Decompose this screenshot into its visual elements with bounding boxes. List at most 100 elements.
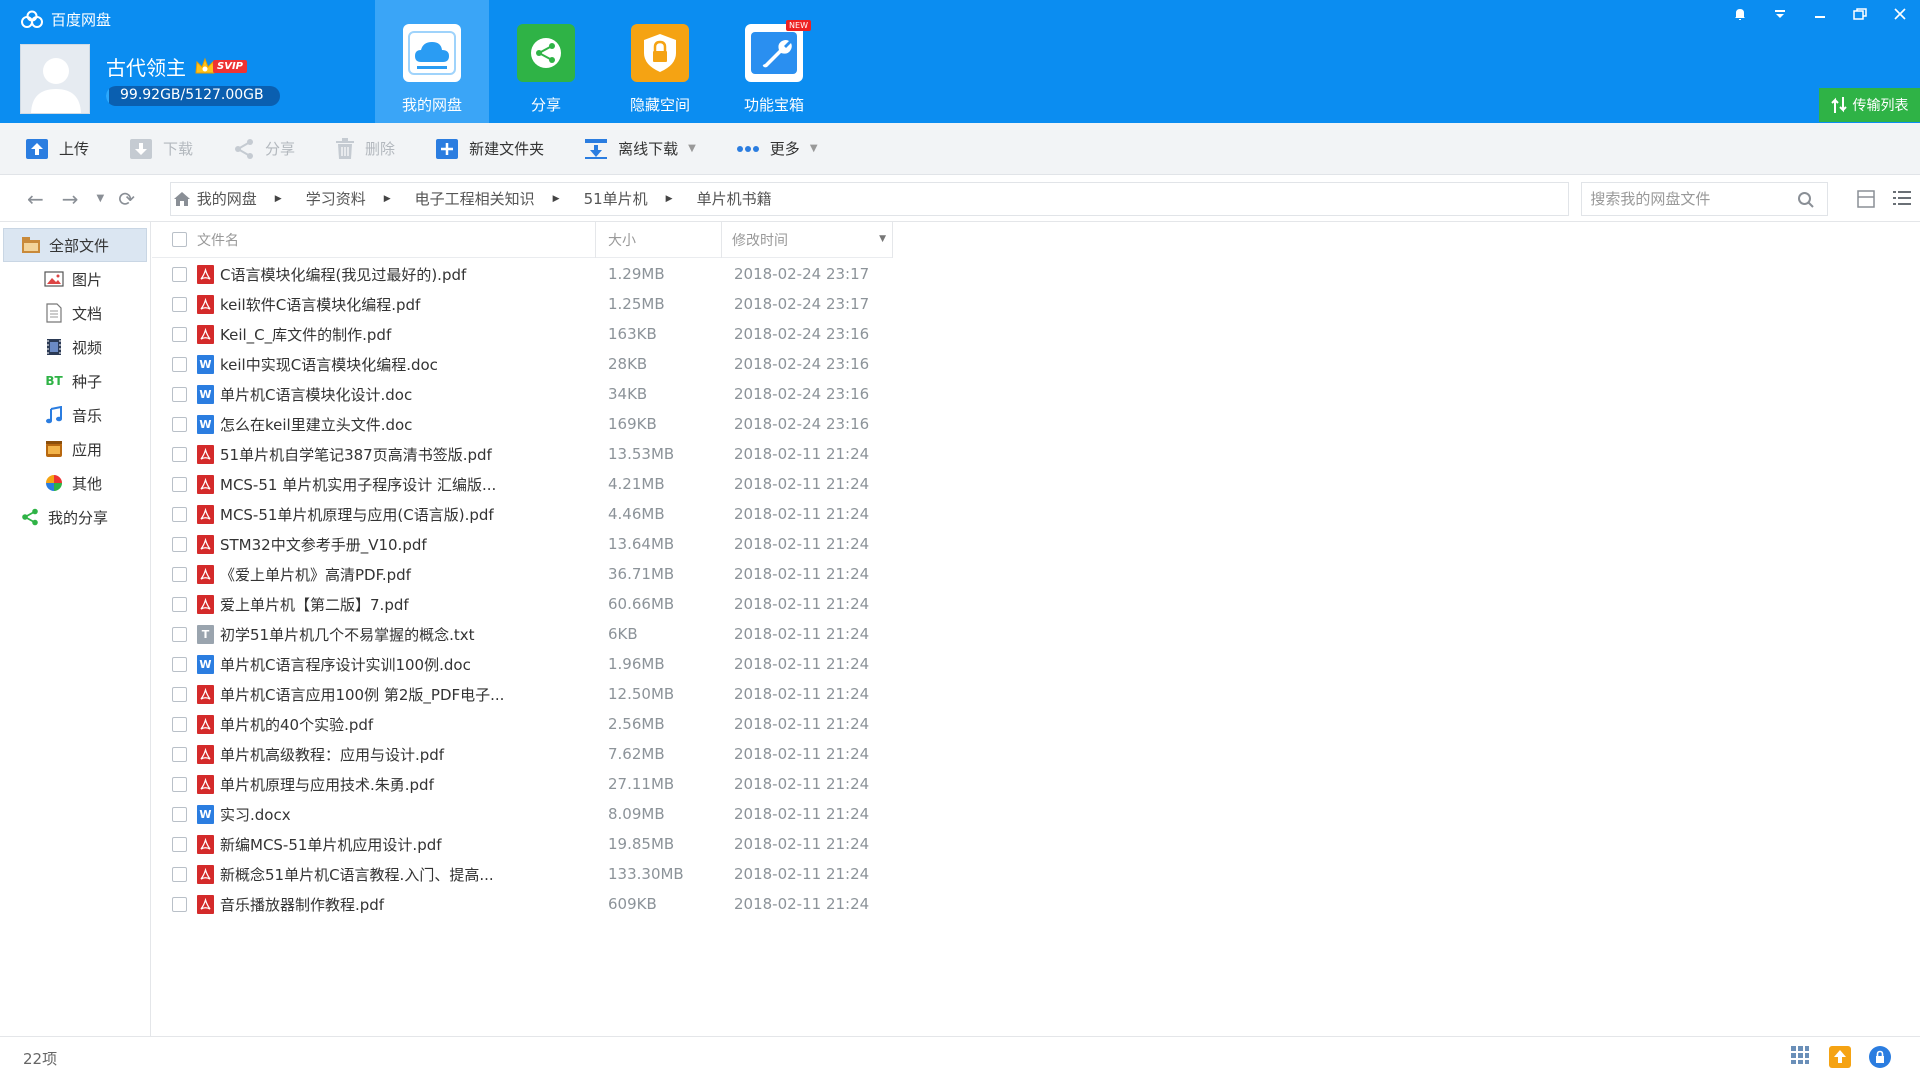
row-checkbox[interactable]	[172, 386, 187, 402]
file-name-cell[interactable]: Keil_C_库文件的制作.pdf	[152, 324, 596, 345]
refresh-icon[interactable]: ⟳	[118, 187, 135, 211]
row-checkbox[interactable]	[172, 836, 187, 852]
sidebar-item-other[interactable]: 其他	[0, 466, 150, 500]
search-icon[interactable]	[1797, 191, 1815, 209]
row-checkbox[interactable]	[172, 596, 187, 612]
table-row[interactable]: 新概念51单片机C语言教程.入门、提高... 133.30MB 2018-02-11…	[152, 859, 1920, 889]
thumbnail-view-icon[interactable]	[1848, 189, 1884, 208]
sidebar-item-torrents[interactable]: BT 种子	[0, 364, 150, 398]
grid-apps-icon[interactable]	[1780, 1045, 1820, 1069]
share-button[interactable]: 分享	[233, 138, 295, 160]
file-name-cell[interactable]: 《爱上单片机》高清PDF.pdf	[152, 564, 596, 585]
table-row[interactable]: W 怎么在keil里建立头文件.doc 169KB 2018-02-24 23:16	[152, 409, 1920, 439]
column-header-size[interactable]: 大小	[596, 221, 722, 258]
sidebar-item-apps[interactable]: 应用	[0, 432, 150, 466]
file-name-cell[interactable]: STM32中文参考手册_V10.pdf	[152, 534, 596, 555]
transfer-list-button[interactable]: 传输列表	[1819, 88, 1920, 122]
delete-button[interactable]: 删除	[335, 137, 395, 160]
upload-button[interactable]: 上传	[25, 138, 89, 160]
row-checkbox[interactable]	[172, 746, 187, 762]
row-checkbox[interactable]	[172, 476, 187, 492]
file-name-cell[interactable]: 单片机的40个实验.pdf	[152, 714, 596, 735]
download-button[interactable]: 下载	[129, 138, 193, 160]
row-checkbox[interactable]	[172, 776, 187, 792]
file-name-cell[interactable]: W 单片机C语言程序设计实训100例.doc	[152, 654, 596, 675]
row-checkbox[interactable]	[172, 866, 187, 882]
breadcrumb-separator-icon[interactable]: ▶	[553, 194, 560, 204]
table-row[interactable]: 音乐播放器制作教程.pdf 609KB 2018-02-11 21:24	[152, 889, 1920, 919]
file-name-cell[interactable]: 新编MCS-51单片机应用设计.pdf	[152, 834, 596, 855]
table-row[interactable]: Wkeil中实现C语言模块化编程.doc 28KB 2018-02-24 23:16	[152, 349, 1920, 379]
column-header-name[interactable]: 文件名	[152, 221, 596, 258]
table-row[interactable]: 《爱上单片机》高清PDF.pdf 36.71MB 2018-02-11 21:24	[152, 559, 1920, 589]
minimize-icon[interactable]	[1800, 0, 1840, 28]
breadcrumb-item-current[interactable]: 单片机书籍	[697, 188, 772, 209]
forward-arrow-icon[interactable]: →	[62, 187, 79, 211]
table-row[interactable]: MCS-51单片机原理与应用(C语言版).pdf 4.46MB 2018-02-11…	[152, 499, 1920, 529]
table-row[interactable]: W 单片机C语言程序设计实训100例.doc 1.96MB 2018-02-11 21…	[152, 649, 1920, 679]
file-name-cell[interactable]: 爱上单片机【第二版】7.pdf	[152, 594, 596, 615]
new-folder-button[interactable]: 新建文件夹	[435, 138, 544, 160]
file-name-cell[interactable]: W 单片机C语言模块化设计.doc	[152, 384, 596, 405]
svip-badge[interactable]: SVIP	[194, 57, 247, 77]
file-name-cell[interactable]: W 怎么在keil里建立头文件.doc	[152, 414, 596, 435]
row-checkbox[interactable]	[172, 656, 187, 672]
file-name-cell[interactable]: Wkeil中实现C语言模块化编程.doc	[152, 354, 596, 375]
breadcrumb-item[interactable]: 学习资料 ▶	[306, 188, 415, 209]
row-checkbox[interactable]	[172, 686, 187, 702]
file-name-cell[interactable]: C语言模块化编程(我见过最好的).pdf	[152, 264, 596, 285]
file-name-cell[interactable]: MCS-51 单片机实用子程序设计 汇编版...	[152, 474, 596, 495]
select-all-checkbox[interactable]	[172, 232, 187, 247]
table-row[interactable]: keil软件C语言模块化编程.pdf 1.25MB 2018-02-24 23:17	[152, 289, 1920, 319]
breadcrumb-item[interactable]: 51单片机 ▶	[584, 188, 697, 209]
row-checkbox[interactable]	[172, 626, 187, 642]
table-row[interactable]: C语言模块化编程(我见过最好的).pdf 1.29MB 2018-02-24 23:…	[152, 259, 1920, 289]
more-button[interactable]: 更多 ▼	[736, 138, 818, 159]
table-row[interactable]: 新编MCS-51单片机应用设计.pdf 19.85MB 2018-02-11 21:…	[152, 829, 1920, 859]
row-checkbox[interactable]	[172, 416, 187, 432]
sidebar-item-my-share[interactable]: 我的分享	[0, 500, 150, 534]
table-row[interactable]: 单片机原理与应用技术.朱勇.pdf 27.11MB 2018-02-11 21:24	[152, 769, 1920, 799]
table-row[interactable]: T 初学51单片机几个不易掌握的概念.txt 6KB 2018-02-11 21:24	[152, 619, 1920, 649]
file-name-cell[interactable]: 51单片机自学笔记387页高清书签版.pdf	[152, 444, 596, 465]
offline-download-button[interactable]: 离线下载 ▼	[584, 138, 696, 160]
file-name-cell[interactable]: 单片机高级教程：应用与设计.pdf	[152, 744, 596, 765]
close-icon[interactable]	[1880, 0, 1920, 28]
row-checkbox[interactable]	[172, 716, 187, 732]
avatar[interactable]	[20, 44, 90, 114]
row-checkbox[interactable]	[172, 296, 187, 312]
row-checkbox[interactable]	[172, 506, 187, 522]
column-header-modified[interactable]: 修改时间 ▼	[722, 221, 893, 258]
list-view-icon[interactable]	[1884, 190, 1920, 208]
restore-icon[interactable]	[1840, 0, 1880, 28]
table-row[interactable]: 51单片机自学笔记387页高清书签版.pdf 13.53MB 2018-02-11 …	[152, 439, 1920, 469]
sidebar-item-videos[interactable]: 视频	[0, 330, 150, 364]
file-name-cell[interactable]: 音乐播放器制作教程.pdf	[152, 894, 596, 915]
tab-my-drive[interactable]: 我的网盘	[375, 0, 489, 123]
table-row[interactable]: Keil_C_库文件的制作.pdf 163KB 2018-02-24 23:16	[152, 319, 1920, 349]
tab-share[interactable]: 分享	[489, 0, 603, 123]
file-name-cell[interactable]: 单片机原理与应用技术.朱勇.pdf	[152, 774, 596, 795]
row-checkbox[interactable]	[172, 266, 187, 282]
table-row[interactable]: 爱上单片机【第二版】7.pdf 60.66MB 2018-02-11 21:24	[152, 589, 1920, 619]
menu-dropdown-icon[interactable]	[1760, 0, 1800, 28]
row-checkbox[interactable]	[172, 536, 187, 552]
file-name-cell[interactable]: 新概念51单片机C语言教程.入门、提高...	[152, 864, 596, 885]
row-checkbox[interactable]	[172, 446, 187, 462]
notification-bell-icon[interactable]	[1720, 0, 1760, 28]
sort-dropdown-icon[interactable]: ▼	[879, 234, 886, 244]
file-name-cell[interactable]: T 初学51单片机几个不易掌握的概念.txt	[152, 624, 596, 645]
file-name-cell[interactable]: 单片机C语言应用100例 第2版_PDF电子...	[152, 684, 596, 705]
breadcrumb-separator-icon[interactable]: ▶	[666, 194, 673, 204]
sidebar-item-documents[interactable]: 文档	[0, 296, 150, 330]
tab-hidden-space[interactable]: 隐藏空间	[603, 0, 717, 123]
breadcrumb-item[interactable]: 我的网盘 ▶	[197, 188, 306, 209]
file-name-cell[interactable]: W 实习.docx	[152, 804, 596, 825]
table-row[interactable]: W 实习.docx 8.09MB 2018-02-11 21:24	[152, 799, 1920, 829]
history-dropdown-icon[interactable]: ▼	[97, 193, 105, 204]
row-checkbox[interactable]	[172, 806, 187, 822]
home-icon[interactable]	[173, 190, 191, 208]
sidebar-item-music[interactable]: 音乐	[0, 398, 150, 432]
row-checkbox[interactable]	[172, 566, 187, 582]
table-row[interactable]: W 单片机C语言模块化设计.doc 34KB 2018-02-24 23:16	[152, 379, 1920, 409]
